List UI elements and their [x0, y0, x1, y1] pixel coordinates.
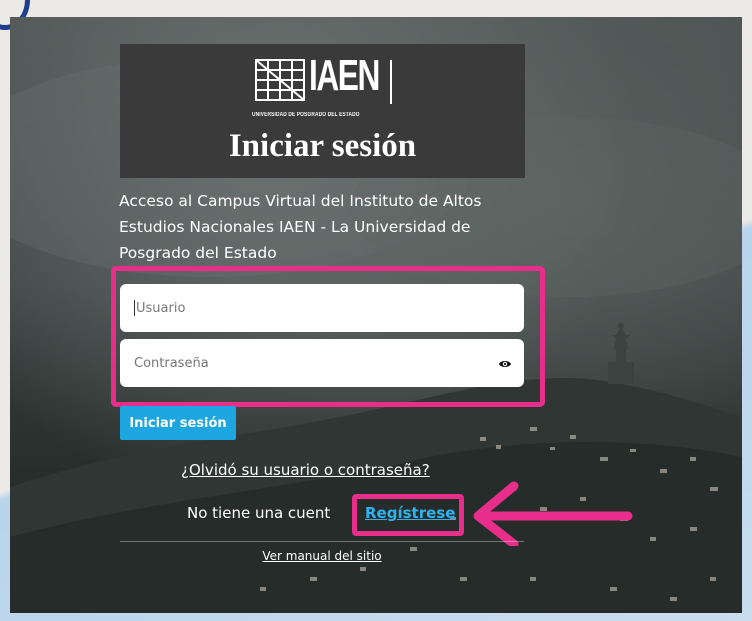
login-button[interactable]: Iniciar sesión [120, 406, 236, 440]
fields-highlight-box [111, 266, 545, 407]
footer-divider [120, 541, 524, 542]
forgot-password-link[interactable]: ¿Olvidó su usuario o contraseña? [181, 461, 430, 479]
iaen-logo-icon [255, 59, 305, 101]
page-title: Iniciar sesión [228, 128, 417, 164]
no-account-text: No tiene una cuent [187, 504, 331, 522]
register-link[interactable]: Regístrese [365, 504, 455, 522]
arrow-left-icon [473, 481, 633, 546]
logo-header: IAEN UNIVERSIDAD DE POSGRADO DEL ESTADO … [120, 44, 525, 178]
logo-wordmark: IAEN [309, 51, 380, 100]
logo-subtitle: UNIVERSIDAD DE POSGRADO DEL ESTADO [252, 112, 360, 118]
login-description: Acceso al Campus Virtual del Instituto d… [119, 192, 482, 262]
site-manual-link[interactable]: Ver manual del sitio [0, 549, 644, 563]
logo-divider [390, 60, 392, 104]
